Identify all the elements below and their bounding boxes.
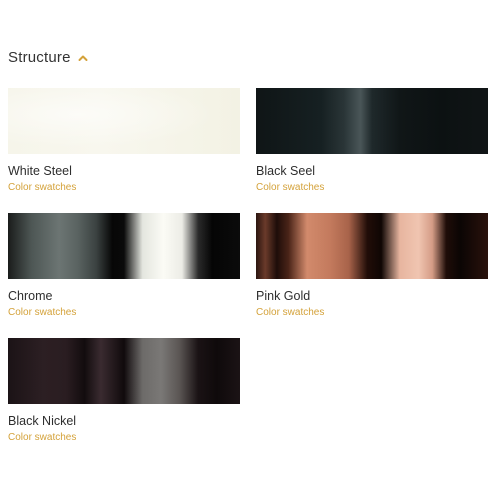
swatch-card-chrome[interactable]: Chrome Color swatches [8,213,240,338]
color-swatches-link[interactable]: Color swatches [8,432,240,444]
structure-section-toggle[interactable]: Structure [8,47,89,67]
swatch-image-white-steel[interactable] [8,88,240,154]
swatch-image-pink-gold[interactable] [256,213,488,279]
swatch-name: Chrome [8,289,53,303]
section-title: Structure [8,48,71,66]
color-swatches-link[interactable]: Color swatches [8,307,240,319]
color-swatches-link[interactable]: Color swatches [256,182,488,194]
color-swatches-link[interactable]: Color swatches [256,307,488,319]
swatch-card-black-seel[interactable]: Black Seel Color swatches [256,88,488,213]
swatch-image-black-seel[interactable] [256,88,488,154]
swatch-name: White Steel [8,164,72,178]
swatch-card-white-steel[interactable]: White Steel Color swatches [8,88,240,213]
swatch-name: Pink Gold [256,289,311,303]
swatch-name: Black Nickel [8,414,77,428]
swatch-image-chrome[interactable] [8,213,240,279]
color-swatches-link[interactable]: Color swatches [8,182,240,194]
chevron-up-icon[interactable] [77,52,89,64]
swatch-image-black-nickel[interactable] [8,338,240,404]
swatch-name: Black Seel [256,164,316,178]
swatch-card-pink-gold[interactable]: Pink Gold Color swatches [256,213,488,338]
swatch-card-black-nickel[interactable]: Black Nickel Color swatches [8,338,240,463]
swatch-grid: White Steel Color swatches Black Seel Co… [8,88,488,463]
